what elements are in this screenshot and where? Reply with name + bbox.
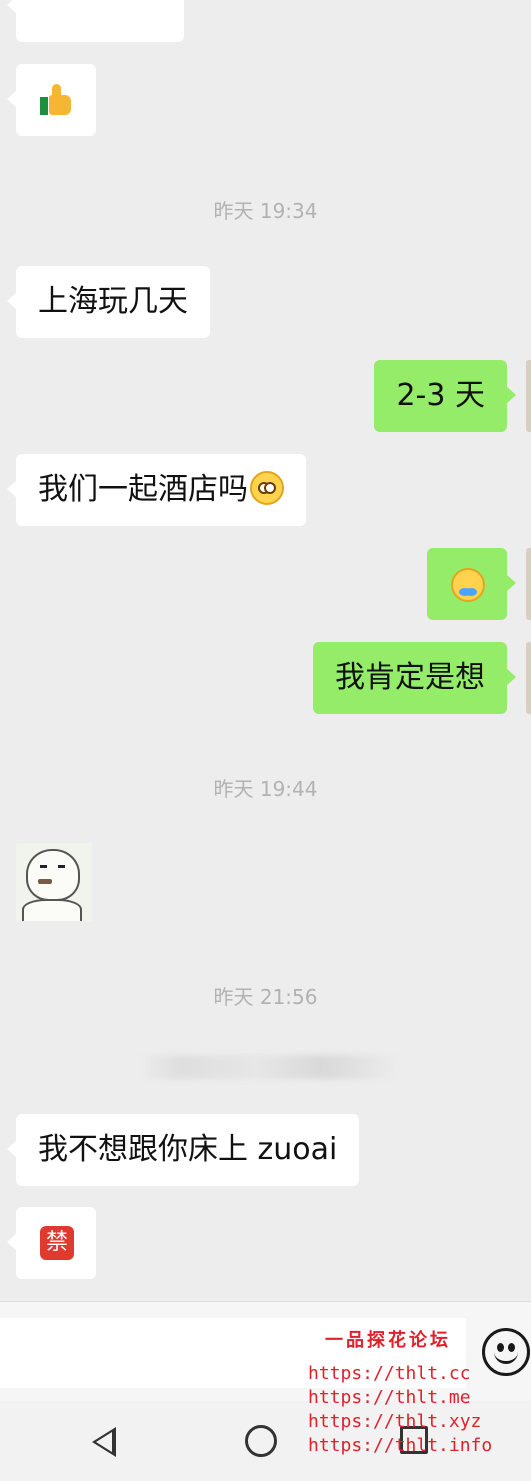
message-bubble-partial[interactable] (7, 0, 184, 42)
watermark-url: https://thlt.xyz (308, 1411, 482, 1432)
message-bubble-outgoing[interactable] (427, 548, 516, 620)
back-icon[interactable] (92, 1427, 116, 1457)
watermark-url: https://thlt.me (308, 1387, 471, 1408)
message-text: 我们一起酒店吗 (38, 472, 248, 507)
watermark-url: https://thlt.info (308, 1435, 493, 1456)
avatar[interactable] (526, 548, 531, 620)
message-text: 我不想跟你床上 zuoai (38, 1132, 338, 1167)
message-bubble-incoming[interactable]: 我不想跟你床上 zuoai (6, 1114, 360, 1186)
watermark-url: https://thlt.cc (308, 1363, 471, 1384)
forbidden-icon: 禁 (40, 1226, 74, 1260)
smiley-icon[interactable] (482, 1328, 530, 1376)
message-bubble-incoming[interactable]: 上海玩几天 (7, 266, 210, 338)
message-bubble-incoming[interactable]: 我们一起酒店吗 (7, 454, 306, 526)
message-bubble-outgoing[interactable]: 我肯定是想 (313, 642, 516, 714)
avatar[interactable] (526, 360, 531, 432)
chat-area[interactable]: 昨天 19:34 上海玩几天 2-3 天 我们一起酒店吗 我肯定是想 昨天 19… (0, 0, 531, 1300)
message-bubble-thumbs-up[interactable] (7, 64, 96, 136)
home-icon[interactable] (245, 1425, 277, 1457)
timestamp: 昨天 19:34 (213, 199, 318, 223)
timestamp: 昨天 21:56 (213, 985, 318, 1009)
laughing-crying-face-icon (451, 568, 485, 602)
message-text: 我肯定是想 (335, 660, 485, 695)
message-bubble-forbidden[interactable]: 禁 (7, 1207, 96, 1279)
avatar[interactable] (526, 642, 531, 714)
message-bubble-outgoing[interactable]: 2-3 天 (374, 360, 516, 432)
message-text: 上海玩几天 (38, 284, 188, 319)
blurred-system-notice (140, 1055, 400, 1079)
timestamp: 昨天 19:44 (213, 777, 318, 801)
bear-meme-sticker[interactable] (16, 843, 92, 921)
thumbs-up-icon (40, 84, 72, 116)
watermark-title: 一品探花论坛 (325, 1330, 451, 1351)
flushed-face-icon (250, 470, 284, 505)
message-text: 2-3 天 (396, 378, 485, 413)
watermark: 一品探花论坛 https://thlt.cc https://thlt.me h… (308, 1326, 493, 1458)
